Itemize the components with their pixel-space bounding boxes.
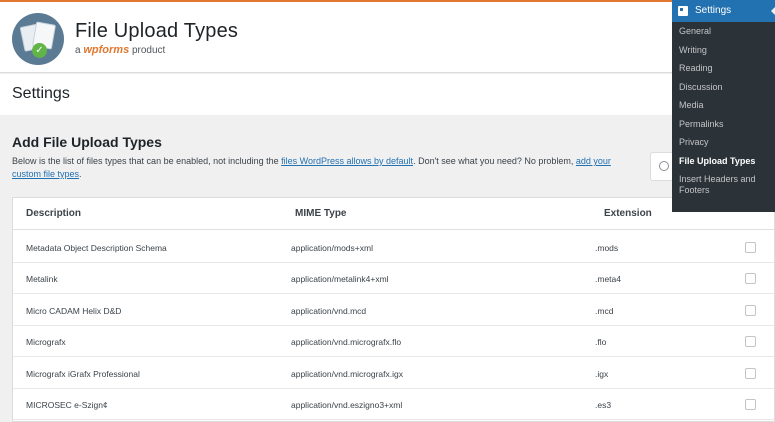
plugin-logo-icon: ✓ <box>12 13 64 65</box>
cell-description: Micro CADAM Helix D&D <box>26 305 122 316</box>
settings-submenu-item[interactable]: Privacy <box>672 137 775 148</box>
table-header: Description MIME Type Extension <box>13 198 774 230</box>
settings-bar: Settings <box>0 74 775 115</box>
cell-description: Micrografx iGrafx Professional <box>26 368 140 379</box>
table-row: Micrografx iGrafx Professional applicatio… <box>13 358 774 389</box>
table-row: Metadata Object Description Schema applic… <box>13 232 774 263</box>
plugin-subtitle: a wpforms product <box>75 44 165 56</box>
settings-submenu-item[interactable]: Discussion <box>672 82 775 93</box>
section-description: Below is the list of files types that ca… <box>12 155 627 181</box>
settings-submenu-item[interactable]: Permalinks <box>672 119 775 130</box>
settings-submenu-item[interactable]: Insert Headers and Footers <box>672 174 775 196</box>
plugin-header: ✓ File Upload Types a wpforms product <box>0 2 775 73</box>
column-header-description[interactable]: Description <box>26 208 81 219</box>
cell-mime-type: application/metalink4+xml <box>291 274 389 285</box>
settings-icon <box>678 6 688 16</box>
enable-checkbox[interactable] <box>745 336 756 348</box>
plugin-title: File Upload Types <box>75 20 239 42</box>
description-text: Below is the list of files types that ca… <box>12 156 282 166</box>
table-row: Micrografx application/vnd.micrografx.flo… <box>13 326 774 358</box>
page-title: Settings <box>12 85 70 102</box>
cell-mime-type: application/vnd.micrografx.flo <box>291 337 402 348</box>
cell-description: Metadata Object Description Schema <box>26 243 167 253</box>
enable-checkbox[interactable] <box>745 304 756 316</box>
settings-submenu-item[interactable]: Media <box>672 100 775 111</box>
cell-mime-type: application/vnd.mcd <box>291 305 367 316</box>
table-row: MICROSEC e-Szign¢ application/vnd.eszigno… <box>13 389 774 420</box>
cell-mime-type: application/mods+xml <box>291 243 373 253</box>
enable-checkbox[interactable] <box>745 367 756 379</box>
enable-checkbox[interactable] <box>745 242 756 253</box>
enable-checkbox[interactable] <box>745 399 756 410</box>
cell-extension: .es3 <box>595 400 612 410</box>
table-row: Micro CADAM Helix D&D application/vnd.mcd… <box>13 295 774 326</box>
cell-description: MICROSEC e-Szign¢ <box>26 400 108 410</box>
cell-extension: .mods <box>595 243 619 253</box>
settings-submenu: General Writing Reading Discussion Media Perm… <box>672 26 775 204</box>
settings-menu-label: Settings <box>695 5 732 16</box>
description-text: . Don't see what you need? No problem, <box>413 156 576 166</box>
cell-extension: .igx <box>595 368 609 379</box>
cell-description: Metalink <box>26 274 58 285</box>
current-menu-arrow-icon <box>771 7 775 15</box>
section-title: Add File Upload Types <box>12 134 162 150</box>
settings-submenu-item[interactable]: File Upload Types <box>672 156 775 167</box>
column-header-extension[interactable]: Extension <box>604 208 652 219</box>
settings-menu-header[interactable]: Settings <box>672 0 775 22</box>
settings-submenu-item[interactable]: Writing <box>672 45 775 56</box>
search-icon <box>659 161 669 171</box>
settings-submenu-item[interactable]: General <box>672 26 775 37</box>
table-row: Metalink application/metalink4+xml .meta4 <box>13 263 774 295</box>
cell-mime-type: application/vnd.micrografx.igx <box>291 368 403 379</box>
cell-extension: .flo <box>595 337 607 348</box>
description-text: . <box>79 169 82 179</box>
file-types-table: Description MIME Type Extension Metadata… <box>12 197 775 422</box>
admin-settings-flyout-menu: Settings General Writing Reading Discussion… <box>672 0 775 212</box>
checkmark-icon: ✓ <box>32 43 47 58</box>
subtitle-suffix: product <box>129 45 166 56</box>
cell-description: Micrografx <box>26 337 66 348</box>
cell-mime-type: application/vnd.eszigno3+xml <box>291 400 403 410</box>
column-header-mime-type[interactable]: MIME Type <box>295 208 346 219</box>
default-files-link[interactable]: files WordPress allows by default <box>281 156 413 166</box>
cell-extension: .meta4 <box>595 274 621 285</box>
wpforms-brand-logo: wpforms <box>83 44 130 56</box>
enable-checkbox[interactable] <box>745 273 756 285</box>
cell-extension: .mcd <box>595 305 614 316</box>
settings-submenu-item[interactable]: Reading <box>672 63 775 74</box>
